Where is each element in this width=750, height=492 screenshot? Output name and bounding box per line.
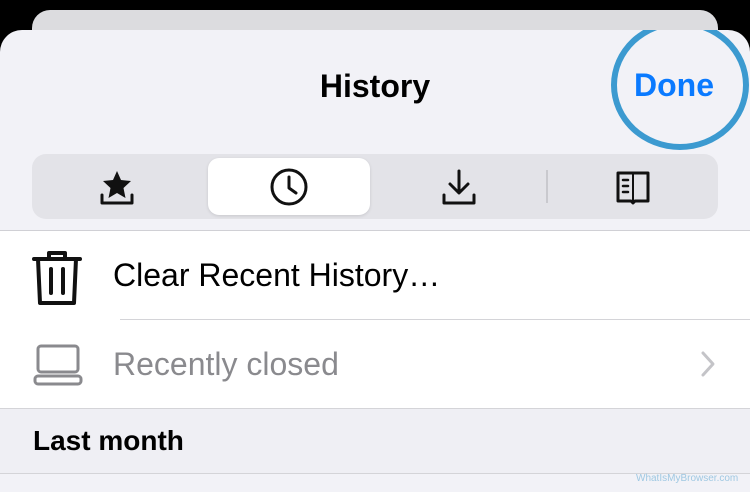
- tab-reading-list[interactable]: [552, 158, 714, 215]
- trash-icon: [32, 251, 82, 305]
- done-button[interactable]: Done: [634, 67, 714, 104]
- clear-recent-history-label: Clear Recent History…: [113, 257, 441, 293]
- segment-divider: [546, 170, 548, 203]
- tab-history[interactable]: [208, 158, 370, 215]
- clock-icon: [270, 168, 308, 205]
- tab-downloads[interactable]: [378, 158, 540, 215]
- watermark-logo: WhatIsMyBrowser.com: [636, 473, 739, 484]
- recently-closed-label: Recently closed: [113, 346, 339, 382]
- clear-recent-history-row[interactable]: Clear Recent History…: [0, 231, 750, 320]
- bookmarks-icon: [100, 170, 134, 204]
- reading-list-icon: [616, 171, 650, 204]
- section-header-label: Last month: [33, 425, 184, 456]
- recently-closed-row[interactable]: Recently closed: [0, 320, 750, 408]
- tab-bookmarks[interactable]: [36, 158, 198, 215]
- download-icon: [442, 169, 476, 204]
- history-list: Clear Recent History… Recently closed: [0, 230, 750, 411]
- section-header-last-month: Last month: [0, 408, 750, 474]
- history-sheet: History Done Clear Recent History… Recen…: [0, 30, 750, 492]
- laptop-icon: [33, 344, 83, 386]
- chevron-right-icon: [701, 351, 715, 377]
- segmented-control: [32, 154, 718, 219]
